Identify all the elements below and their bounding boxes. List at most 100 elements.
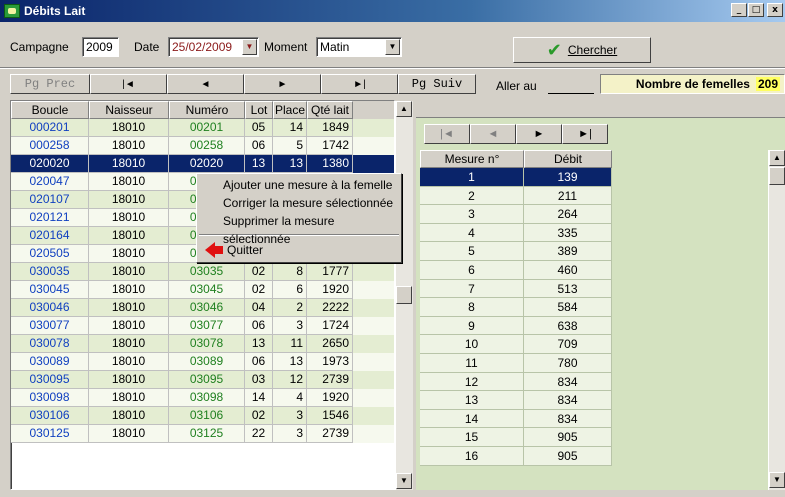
menu-edit-measure[interactable]: Corriger la mesure sélectionnée — [197, 194, 401, 212]
separator — [0, 67, 785, 69]
measure-row[interactable]: 7 513 — [420, 279, 612, 299]
cell-debit: 834 — [524, 372, 612, 392]
cell-debit: 834 — [524, 391, 612, 410]
measure-row[interactable]: 15 905 — [420, 428, 612, 447]
cell-mesure: 8 — [420, 298, 524, 317]
cell-boucle: 020121 — [11, 209, 89, 227]
minimize-button[interactable]: _ — [731, 3, 747, 17]
cell-naisseur: 18010 — [89, 317, 169, 335]
campagne-input[interactable]: 2009 — [82, 37, 119, 57]
measure-row[interactable]: 16 905 — [420, 446, 612, 466]
cell-debit: 139 — [524, 168, 612, 187]
col-naisseur-header[interactable]: Naisseur — [89, 101, 169, 119]
measures-scroll-down-icon[interactable]: ▼ — [769, 472, 785, 488]
cell-boucle: 020505 — [11, 245, 89, 263]
close-button[interactable]: x — [767, 3, 783, 17]
femelles-count: 209 — [755, 77, 780, 91]
pg-suiv-button[interactable]: Pg Suiv — [398, 74, 476, 94]
table-row[interactable]: 030095 18010 03095 03 12 2739 — [11, 371, 394, 389]
measure-prev-button[interactable]: ◄ — [470, 124, 516, 144]
col-qte-lait-header[interactable]: Qté lait — [307, 101, 353, 119]
first-record-button[interactable]: |◄ — [90, 74, 167, 94]
last-record-button[interactable]: ►| — [321, 74, 398, 94]
search-button[interactable]: ✔ Chercher — [513, 37, 651, 63]
measure-row[interactable]: 12 834 — [420, 372, 612, 392]
moment-select[interactable]: Matin ▼ — [316, 37, 402, 57]
cell-place: 11 — [273, 335, 307, 353]
table-row[interactable]: 020020 18010 02020 13 13 1380 — [11, 155, 394, 173]
cell-mesure: 2 — [420, 186, 524, 206]
cell-qte-lait: 2739 — [307, 371, 353, 389]
aller-au-input[interactable] — [548, 76, 594, 94]
table-row[interactable]: 000201 18010 00201 05 14 1849 — [11, 119, 394, 137]
cell-mesure: 5 — [420, 242, 524, 261]
cell-mesure: 4 — [420, 223, 524, 243]
measure-last-button[interactable]: ►| — [562, 124, 608, 144]
menu-quit[interactable]: Quitter — [197, 240, 401, 260]
title-bar: Débits Lait _ □ x — [0, 0, 785, 22]
table-row[interactable]: 030106 18010 03106 02 3 1546 — [11, 407, 394, 425]
table-row[interactable]: 030089 18010 03089 06 13 1973 — [11, 353, 394, 371]
measure-row[interactable]: 2 211 — [420, 186, 612, 206]
measure-next-button[interactable]: ► — [516, 124, 562, 144]
maximize-button[interactable]: □ — [748, 3, 764, 17]
scroll-down-icon[interactable]: ▼ — [396, 473, 412, 489]
cell-place: 8 — [273, 263, 307, 281]
measures-scroll-thumb[interactable] — [769, 167, 785, 185]
grid-scrollbar[interactable]: ▲ ▼ — [395, 101, 413, 490]
table-row[interactable]: 030077 18010 03077 06 3 1724 — [11, 317, 394, 335]
moment-dropdown-arrow-icon[interactable]: ▼ — [385, 39, 400, 55]
measure-row[interactable]: 5 389 — [420, 242, 612, 261]
date-picker[interactable]: 25/02/2009 ▼ — [168, 37, 259, 57]
measure-row[interactable]: 14 834 — [420, 409, 612, 429]
menu-delete-measure[interactable]: Supprimer la mesure sélectionnée — [197, 212, 401, 246]
menu-quit-label: Quitter — [227, 243, 264, 257]
cell-qte-lait: 1380 — [307, 155, 353, 173]
col-debit-header[interactable]: Débit — [524, 150, 612, 168]
col-numero-header[interactable]: Numéro — [169, 101, 245, 119]
table-row[interactable]: 030045 18010 03045 02 6 1920 — [11, 281, 394, 299]
measure-row[interactable]: 4 335 — [420, 223, 612, 243]
cell-numero: 03106 — [169, 407, 245, 425]
measures-scroll-up-icon[interactable]: ▲ — [769, 150, 785, 166]
measure-row[interactable]: 13 834 — [420, 391, 612, 410]
date-dropdown-arrow-icon[interactable]: ▼ — [242, 39, 257, 55]
pg-prec-button[interactable]: Pg Prec — [10, 74, 90, 94]
table-row[interactable]: 030125 18010 03125 22 3 2739 — [11, 425, 394, 443]
scroll-thumb[interactable] — [396, 286, 412, 304]
measure-row[interactable]: 8 584 — [420, 298, 612, 317]
scroll-up-icon[interactable]: ▲ — [396, 101, 412, 117]
col-boucle-header[interactable]: Boucle — [11, 101, 89, 119]
cell-numero: 03095 — [169, 371, 245, 389]
table-row[interactable]: 030035 18010 03035 02 8 1777 — [11, 263, 394, 281]
measure-row[interactable]: 1 139 — [420, 168, 612, 187]
cell-numero: 03077 — [169, 317, 245, 335]
cows-grid[interactable]: Boucle Naisseur Numéro Lot Place Qté lait 000… — [10, 100, 395, 490]
cell-lot: 06 — [245, 353, 273, 371]
measure-first-button[interactable]: |◄ — [424, 124, 470, 144]
checkmark-icon: ✔ — [546, 39, 562, 61]
cow-app-icon — [4, 4, 20, 18]
cell-boucle: 030125 — [11, 425, 89, 443]
measure-row[interactable]: 11 780 — [420, 353, 612, 373]
measures-scrollbar[interactable]: ▲ ▼ — [768, 150, 785, 490]
col-lot-header[interactable]: Lot — [245, 101, 273, 119]
cell-mesure: 10 — [420, 335, 524, 354]
table-row[interactable]: 030078 18010 03078 13 11 2650 — [11, 335, 394, 353]
col-place-header[interactable]: Place — [273, 101, 307, 119]
cell-numero: 03045 — [169, 281, 245, 299]
table-row[interactable]: 030046 18010 03046 04 2 2222 — [11, 299, 394, 317]
cell-naisseur: 18010 — [89, 263, 169, 281]
next-record-button[interactable]: ► — [244, 74, 321, 94]
measure-row[interactable]: 6 460 — [420, 260, 612, 280]
menu-add-measure[interactable]: Ajouter une mesure à la femelle — [197, 176, 401, 194]
measure-row[interactable]: 9 638 — [420, 316, 612, 336]
prev-record-button[interactable]: ◄ — [167, 74, 244, 94]
table-row[interactable]: 000258 18010 00258 06 5 1742 — [11, 137, 394, 155]
table-row[interactable]: 030098 18010 03098 14 4 1920 — [11, 389, 394, 407]
measure-row[interactable]: 10 709 — [420, 335, 612, 354]
col-mesure-header[interactable]: Mesure n° — [420, 150, 524, 168]
measures-table[interactable]: Mesure n° Débit 1 139 2 211 3 264 4 335 5 389 6 460… — [420, 150, 612, 466]
measure-row[interactable]: 3 264 — [420, 205, 612, 224]
cell-place: 13 — [273, 353, 307, 371]
